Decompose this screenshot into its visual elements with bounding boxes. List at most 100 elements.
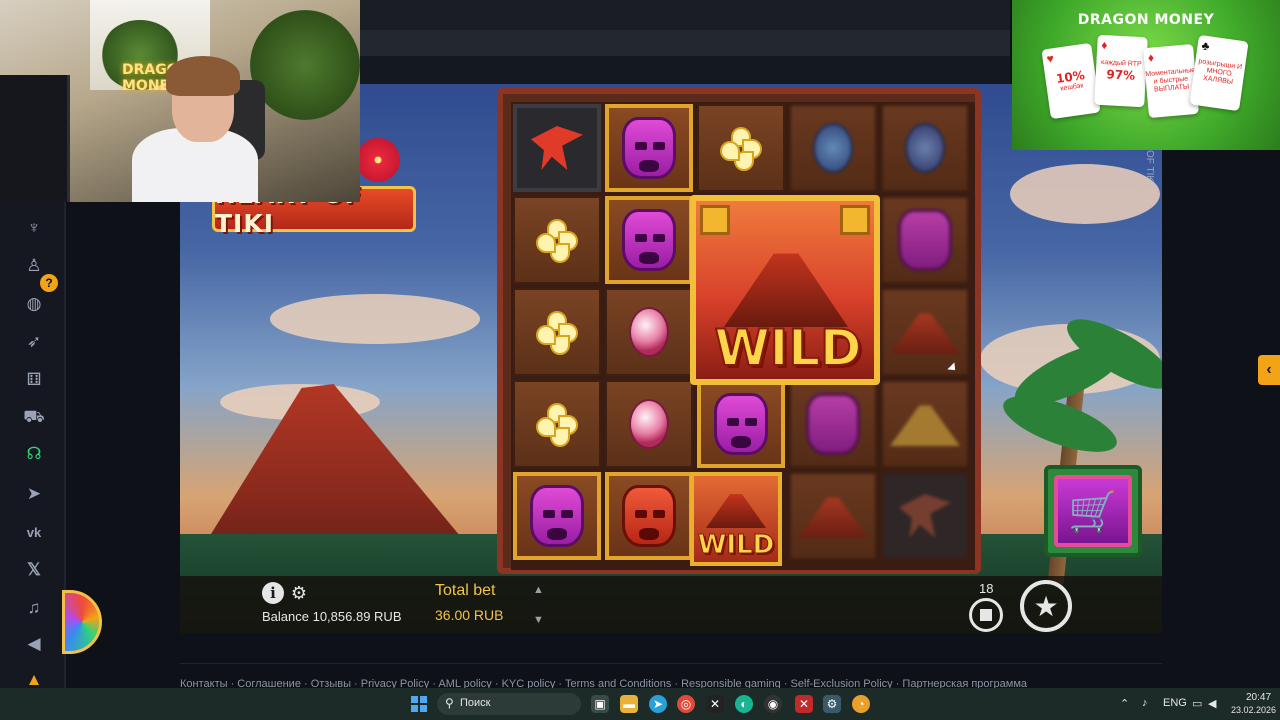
site-footer: Контакты · Соглашение · Отзывы · Privacy… [180,663,1162,688]
reel-cell-spinning [789,380,877,468]
app-icon[interactable]: ◔ [852,695,870,713]
slot-machine-icon[interactable]: ⛟ [22,406,46,430]
red-tiki-mask-icon [622,485,676,547]
plumeria-symbol-icon [536,311,578,355]
wild-label-small: WILD [697,530,775,561]
x-icon[interactable]: 𝕏 [22,558,46,582]
ad-brand: DRAGON MONEY [1077,12,1215,28]
wild-label: WILD [713,318,862,378]
chrome-icon[interactable]: ◎ [677,695,695,713]
network-icon[interactable]: ▭ [1192,697,1202,710]
game-side-text: OF TIKI [1144,150,1155,185]
reel-cell [605,104,693,192]
taskbar-search-input[interactable] [437,693,581,715]
game-control-bar [180,576,1162,634]
gold-symbol-icon [890,405,960,446]
vk-icon[interactable]: vk [22,520,46,544]
rocket-icon[interactable]: ➶ [22,330,46,354]
total-bet-label: Total bet [435,582,496,599]
bell-icon[interactable]: ♫ [22,596,46,620]
top-bar [360,0,1010,30]
dice-icon[interactable]: ⚅ [22,368,46,392]
globe-icon[interactable]: ◍ [22,292,46,316]
help-badge[interactable]: ? [40,274,58,292]
reel-cell [605,380,693,468]
reel-cell-spinning [789,472,877,560]
obs-icon[interactable]: ◉ [764,695,782,713]
reel-cell [513,472,601,560]
total-bet-value: 36.00 RUB [435,607,504,623]
dragon-icon[interactable]: ♆ [22,216,46,240]
reel-cell [605,288,693,376]
purple-tiki-mask-icon [530,485,584,547]
webcam-monitor [0,75,70,202]
purple-tiki-mask-icon [898,209,952,271]
windows-start-icon[interactable] [411,696,427,712]
user-icon[interactable]: ♙ [22,254,46,278]
streamer-hair [166,56,240,96]
tray-chevron-icon[interactable]: ⌃ [1120,697,1129,710]
wild-corner-ornament [840,205,870,235]
advertisement-banner[interactable]: DRAGON MONEY ♥ 10% кешбэк ♦ каждый RTP 9… [1012,0,1280,150]
settings-app-icon[interactable]: ⚙ [823,695,841,713]
toucan-symbol-icon [899,494,951,538]
diamond-icon: ♦ [1100,37,1108,53]
edge-icon[interactable]: ◐ [735,695,753,713]
wild-corner-ornament [700,205,730,235]
buy-feature-button[interactable]: 🛒 [1044,465,1142,557]
app-icon[interactable]: ✕ [795,695,813,713]
hibiscus-flower-icon [356,138,400,182]
reel-cell [697,380,785,468]
volume-icon[interactable]: ◀ [22,632,46,656]
ad-card: ♦ Моментальные и быстрые ВЫПЛАТЫ [1143,43,1199,119]
ad-card: ♥ 10% кешбэк [1041,42,1101,120]
gear-icon[interactable]: ⚙ [289,583,309,603]
telegram-app-icon[interactable]: ➤ [649,695,667,713]
side-panel-toggle-button[interactable]: ‹ [1258,355,1280,385]
dragon-fruit-symbol-icon [629,307,669,357]
microphone-icon[interactable]: ♪ [1142,697,1148,709]
ad-card-sub: Моментальные и быстрые ВЫПЛАТЫ [1145,66,1196,94]
app-icon[interactable]: ✕ [706,695,724,713]
stop-autospin-button[interactable] [969,598,1003,632]
top-bar-secondary [360,30,1010,56]
screen: HEART OF TIKI OF TIKI [0,0,1280,720]
plumeria-symbol-icon [720,127,762,171]
dragon-fruit-symbol-icon [629,399,669,449]
autospin-counter: 18 [979,581,994,596]
diamond-icon: ♦ [1147,50,1155,65]
footer-links[interactable]: Контакты · Соглашение · Отзывы · Privacy… [180,678,1027,688]
file-explorer-icon[interactable]: ▬ [620,695,638,713]
telegram-icon[interactable]: ➤ [22,482,46,506]
balance-display: Balance 10,856.89 RUB [262,609,402,624]
autoplay-star-button[interactable]: ★ [1020,580,1072,632]
language-indicator[interactable]: ENG [1163,697,1187,709]
clock-date[interactable]: 23.02.2026 [1231,705,1276,715]
site-sidebar: ♆ ♙ ◍ ➶ ⚅ ⛟ ☊ ➤ vk 𝕏 ♫ ◀ ▲ [0,202,66,689]
shopping-cart-icon: 🛒 [1054,475,1132,547]
windows-taskbar [0,688,1280,720]
fortune-wheel-icon[interactable] [62,590,102,654]
task-view-icon[interactable]: ▣ [591,695,609,713]
info-icon[interactable]: i [262,582,284,604]
reel-cell [513,380,601,468]
bet-decrease-icon[interactable]: ▼ [533,614,547,626]
taskbar-search-placeholder: Поиск [460,697,491,709]
club-icon: ♣ [1200,38,1211,54]
ad-card-sub: розыгрыши И МНОГО ХАЛЯВЫ [1197,58,1243,86]
purple-tiki-mask-icon [714,393,768,455]
headset-icon[interactable]: ☊ [22,442,46,466]
clock-time[interactable]: 20:47 [1246,692,1271,703]
bet-increase-icon[interactable]: ▲ [533,584,547,596]
volcano-symbol-icon [890,313,960,354]
top-bar-tertiary [360,56,1010,84]
wild-symbol: WILD [690,472,782,566]
reel-cell-spinning [881,472,969,560]
reel-cell-spinning [789,104,877,192]
stop-icon [980,609,992,621]
reel-cell [513,196,601,284]
reel-cell [605,472,693,560]
ad-card-sub: кешбэк [1059,82,1084,93]
volcano-wild-icon [724,253,848,327]
speaker-icon[interactable]: ◀ [1208,697,1216,710]
